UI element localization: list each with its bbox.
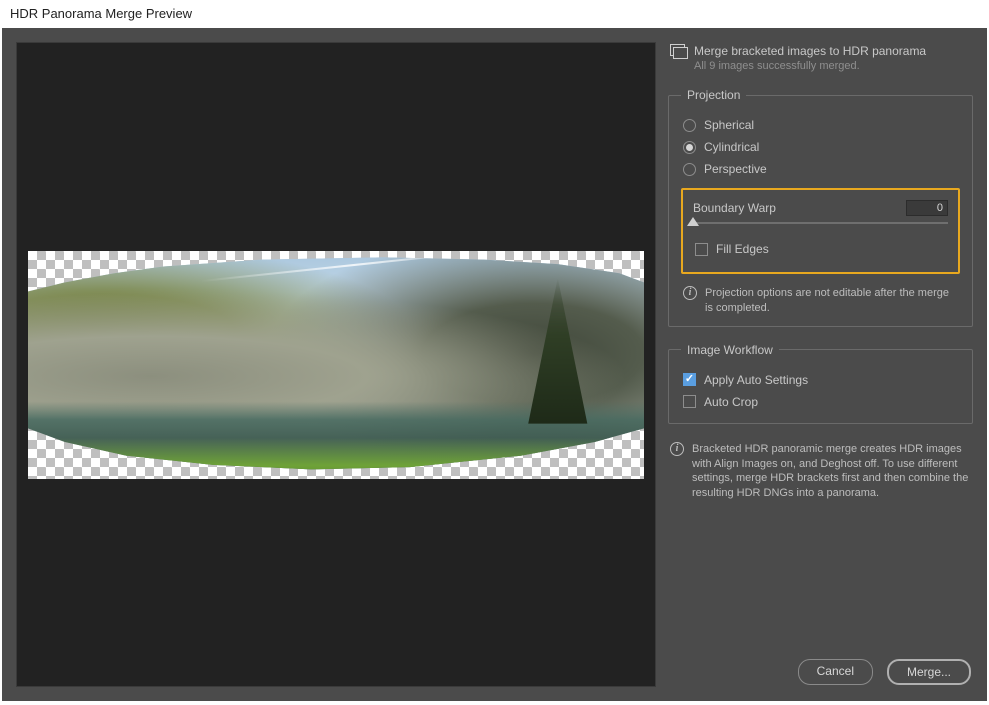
workflow-legend: Image Workflow: [681, 343, 779, 357]
info-icon: i: [683, 286, 697, 300]
projection-legend: Projection: [681, 88, 746, 102]
settings-panel: Merge bracketed images to HDR panorama A…: [668, 42, 973, 687]
cancel-button[interactable]: Cancel: [798, 659, 873, 685]
preview-pane: [16, 42, 656, 687]
checkbox-label: Fill Edges: [716, 242, 769, 256]
radio-icon: [683, 141, 696, 154]
apply-auto-settings-checkbox[interactable]: Apply Auto Settings: [681, 369, 960, 391]
auto-crop-checkbox[interactable]: Auto Crop: [681, 391, 960, 413]
dialog-buttons: Cancel Merge...: [668, 655, 973, 687]
merge-status: All 9 images successfully merged.: [668, 60, 973, 72]
checkbox-icon: [683, 395, 696, 408]
merge-button[interactable]: Merge...: [887, 659, 971, 685]
boundary-warp-slider[interactable]: [693, 222, 948, 224]
radio-label: Spherical: [704, 118, 754, 132]
checkbox-label: Auto Crop: [704, 395, 758, 409]
merge-heading: Merge bracketed images to HDR panorama: [694, 44, 926, 58]
dialog-window: Merge bracketed images to HDR panorama A…: [2, 28, 987, 701]
boundary-warp-label: Boundary Warp: [693, 201, 776, 215]
footer-note-text: Bracketed HDR panoramic merge creates HD…: [692, 442, 971, 501]
window-title: HDR Panorama Merge Preview: [0, 0, 989, 28]
projection-group: Projection Spherical Cylindrical Perspec…: [668, 88, 973, 327]
workflow-group: Image Workflow Apply Auto Settings Auto …: [668, 343, 973, 424]
boundary-warp-value[interactable]: 0: [906, 200, 948, 216]
panorama-preview-image: [28, 251, 644, 479]
boundary-warp-highlight: Boundary Warp 0 Fill Edges: [681, 188, 960, 274]
radio-icon: [683, 119, 696, 132]
slider-thumb-icon[interactable]: [687, 217, 699, 226]
projection-note: i Projection options are not editable af…: [681, 284, 960, 316]
radio-spherical[interactable]: Spherical: [681, 114, 960, 136]
boundary-warp-row: Boundary Warp 0: [693, 200, 948, 216]
radio-cylindrical[interactable]: Cylindrical: [681, 136, 960, 158]
checkbox-label: Apply Auto Settings: [704, 373, 808, 387]
radio-label: Perspective: [704, 162, 767, 176]
checkbox-icon: [683, 373, 696, 386]
layers-icon: [670, 44, 686, 58]
radio-perspective[interactable]: Perspective: [681, 158, 960, 180]
fill-edges-checkbox[interactable]: Fill Edges: [693, 238, 948, 260]
footer-note: i Bracketed HDR panoramic merge creates …: [668, 440, 973, 501]
checkbox-icon: [695, 243, 708, 256]
projection-note-text: Projection options are not editable afte…: [705, 286, 958, 316]
transparency-checker: [28, 251, 644, 479]
info-icon: i: [670, 442, 684, 456]
radio-icon: [683, 163, 696, 176]
radio-label: Cylindrical: [704, 140, 759, 154]
merge-header: Merge bracketed images to HDR panorama A…: [668, 42, 973, 72]
